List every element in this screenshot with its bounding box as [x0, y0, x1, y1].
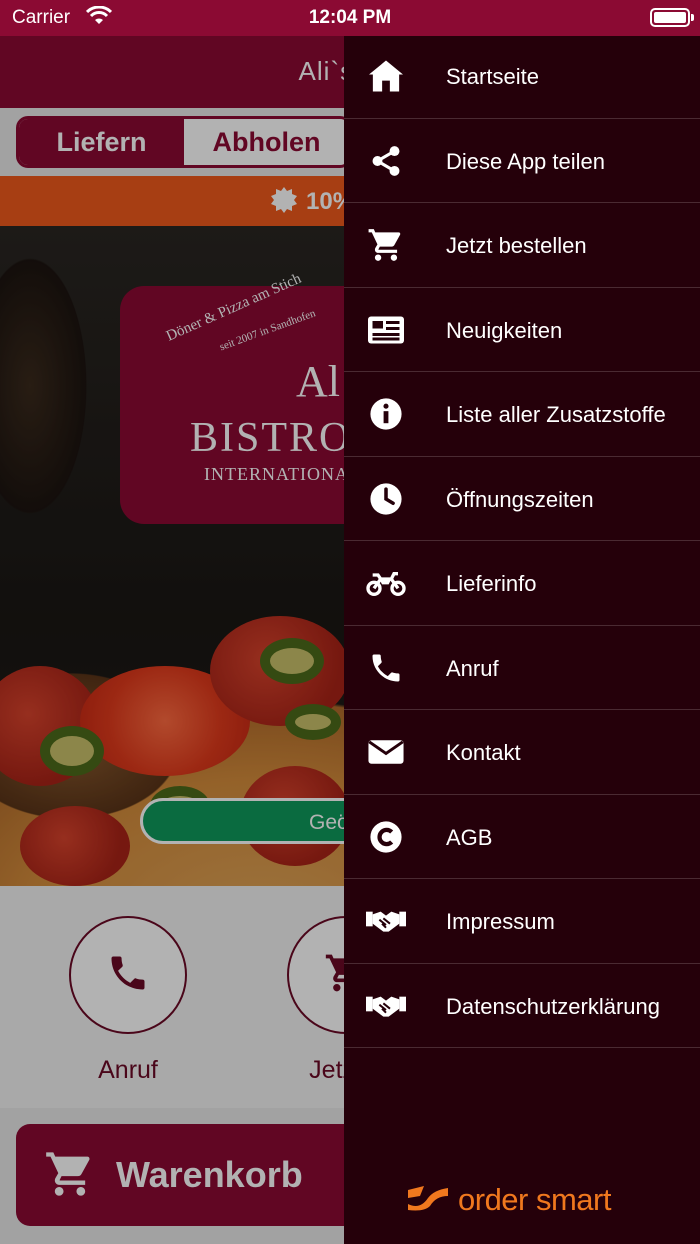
menu-item-contact[interactable]: Kontakt — [344, 710, 700, 795]
info-icon — [366, 396, 406, 432]
handshake-icon — [366, 988, 406, 1024]
phone-icon — [366, 650, 406, 686]
menu-item-call[interactable]: Anruf — [344, 626, 700, 710]
menu-item-label: Kontakt — [446, 740, 521, 765]
menu-item-imprint[interactable]: Impressum — [344, 879, 700, 964]
envelope-icon — [366, 734, 406, 770]
menu-item-label: Anruf — [446, 655, 499, 681]
menu-item-agb[interactable]: AGB — [344, 795, 700, 879]
motorcycle-icon — [366, 565, 406, 601]
battery-icon — [650, 8, 694, 27]
menu-item-delivery-info[interactable]: Lieferinfo — [344, 541, 700, 626]
menu-item-label: Neuigkeiten — [446, 317, 563, 343]
status-bar: Carrier 12:04 PM — [0, 0, 700, 36]
menu-item-label: AGB — [446, 824, 493, 850]
handshake-icon — [366, 903, 406, 939]
copyright-icon — [366, 819, 406, 855]
drawer-menu: Startseite Diese App teilen Jetzt bestel… — [344, 34, 700, 1048]
menu-item-label: Liste aller Zusatzstoffe — [446, 402, 666, 427]
menu-item-label: Jetzt bestellen — [446, 233, 587, 258]
menu-item-order[interactable]: Jetzt bestellen — [344, 203, 700, 288]
menu-item-privacy[interactable]: Datenschutzerklärung — [344, 964, 700, 1048]
side-drawer: Startseite Diese App teilen Jetzt bestel… — [344, 34, 700, 1244]
menu-item-label: Datenschutzerklärung — [446, 993, 661, 1019]
status-time: 12:04 PM — [308, 7, 392, 28]
menu-item-label: Impressum — [446, 909, 555, 934]
menu-item-label: Diese App teilen — [446, 148, 605, 174]
order-smart-icon — [406, 1184, 450, 1217]
share-icon — [366, 143, 406, 179]
brand-logo: order smart — [406, 1182, 611, 1218]
brand-name: order smart — [458, 1182, 611, 1217]
clock-icon — [366, 481, 406, 517]
menu-item-startseite[interactable]: Startseite — [344, 34, 700, 119]
menu-item-label: Öffnungszeiten — [446, 486, 594, 512]
menu-item-label: Startseite — [446, 64, 539, 89]
menu-item-share[interactable]: Diese App teilen — [344, 119, 700, 203]
menu-item-hours[interactable]: Öffnungszeiten — [344, 457, 700, 541]
home-icon — [366, 58, 406, 94]
menu-item-label: Lieferinfo — [446, 571, 537, 596]
cart-icon — [366, 227, 406, 263]
menu-item-news[interactable]: Neuigkeiten — [344, 288, 700, 372]
menu-item-additives[interactable]: Liste aller Zusatzstoffe — [344, 372, 700, 457]
newspaper-icon — [366, 312, 406, 348]
